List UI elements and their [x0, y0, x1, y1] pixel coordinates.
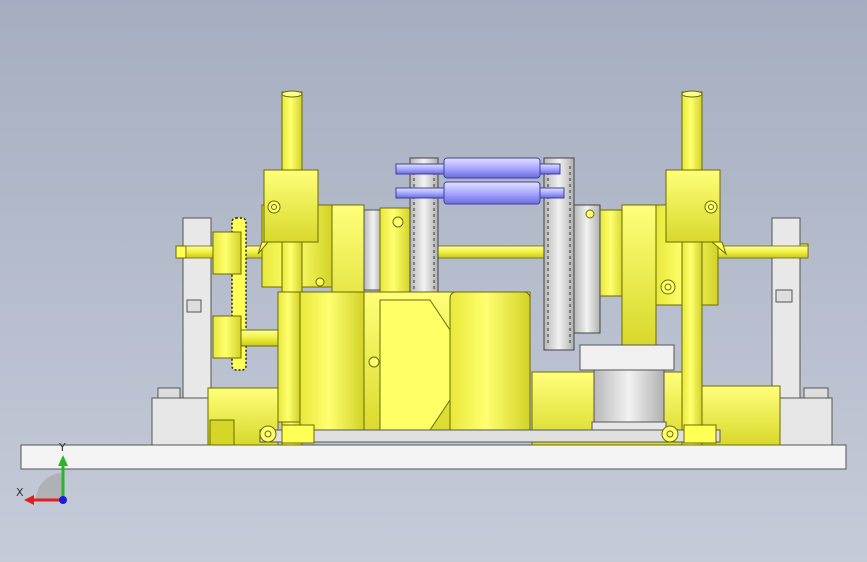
bolt-icon	[267, 200, 281, 214]
right-housing[interactable]	[579, 344, 675, 441]
assembly-front-view[interactable]	[0, 0, 867, 562]
center-sprocket-right[interactable]	[543, 157, 601, 351]
bottom-rail[interactable]	[259, 429, 721, 443]
bolt-icon	[704, 200, 718, 214]
base-plate[interactable]	[20, 444, 847, 470]
cad-viewport[interactable]: X Y	[0, 0, 867, 562]
triad-y-label: Y	[59, 441, 66, 454]
socket-screw-icon	[660, 279, 676, 295]
motor-gearbox[interactable]	[277, 291, 531, 438]
left-foot-clamp[interactable]	[259, 424, 315, 444]
right-foot-clamp[interactable]	[661, 424, 717, 444]
triad-x-label: X	[16, 486, 24, 499]
